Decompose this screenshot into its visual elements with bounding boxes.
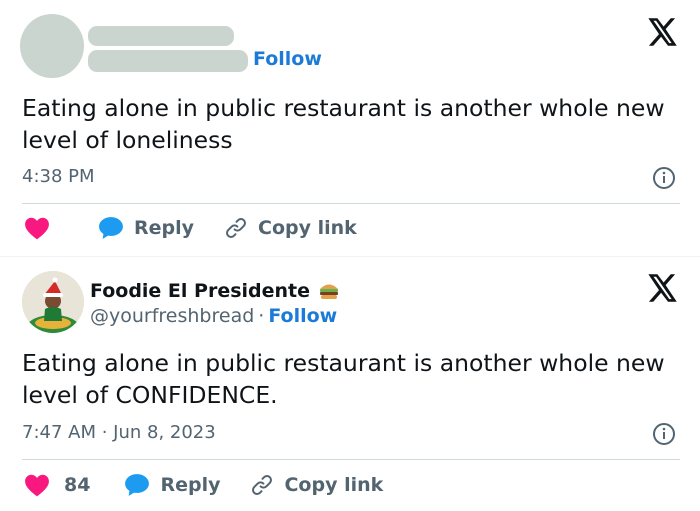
action-bar: Reply Copy link	[24, 216, 357, 240]
tweet-card-1: Follow Eating alone in public restaurant…	[0, 0, 700, 256]
info-icon[interactable]	[652, 166, 676, 190]
reply-button[interactable]: Reply	[98, 216, 194, 240]
reply-label: Reply	[160, 474, 221, 496]
handle[interactable]: @yourfreshbread	[90, 305, 254, 327]
tweet-timestamp[interactable]: 4:38 PM	[22, 166, 95, 187]
info-icon[interactable]	[652, 422, 676, 446]
tweet-card-2: Foodie El Presidente @yourfreshbread · Fol…	[0, 256, 700, 511]
hamburger-emoji-icon	[320, 284, 339, 299]
tweet-timestamp[interactable]: 7:47 AM · Jun 8, 2023	[22, 422, 216, 443]
link-icon	[226, 218, 246, 238]
tweet-text: Eating alone in public restaurant is ano…	[22, 94, 665, 154]
display-name-text: Foodie El Presidente	[90, 280, 311, 302]
copy-link-label: Copy link	[258, 217, 357, 239]
like-count: 84	[64, 474, 91, 496]
speech-bubble-icon	[125, 474, 150, 496]
heart-icon	[25, 474, 49, 497]
handle-line: @yourfreshbread · Follow	[90, 305, 337, 327]
like-button[interactable]	[24, 216, 64, 240]
divider	[22, 459, 680, 460]
reply-button[interactable]: Reply	[124, 473, 220, 497]
follow-button[interactable]: Follow	[253, 48, 322, 70]
avatar[interactable]	[22, 271, 84, 333]
x-logo-icon[interactable]	[648, 18, 678, 46]
like-button[interactable]: 84	[24, 473, 90, 497]
tweet-text: Eating alone in public restaurant is ano…	[22, 349, 665, 409]
profile-photo	[22, 271, 84, 333]
redacted-display-name	[88, 26, 234, 46]
copy-link-button[interactable]: Copy link	[224, 216, 357, 240]
heart-icon	[25, 217, 49, 240]
copy-link-label: Copy link	[284, 474, 384, 496]
separator-dot: ·	[258, 305, 265, 327]
follow-button[interactable]: Follow	[268, 305, 337, 327]
x-logo-icon[interactable]	[648, 274, 678, 302]
copy-link-button[interactable]: Copy link	[250, 473, 383, 497]
link-icon	[252, 475, 273, 495]
divider	[22, 203, 680, 204]
display-name[interactable]: Foodie El Presidente	[90, 280, 340, 302]
redacted-avatar	[20, 14, 84, 78]
reply-label: Reply	[134, 217, 195, 239]
speech-bubble-icon	[99, 217, 123, 239]
redacted-handle	[88, 50, 248, 72]
action-bar: 84 Reply Copy link	[24, 473, 383, 497]
